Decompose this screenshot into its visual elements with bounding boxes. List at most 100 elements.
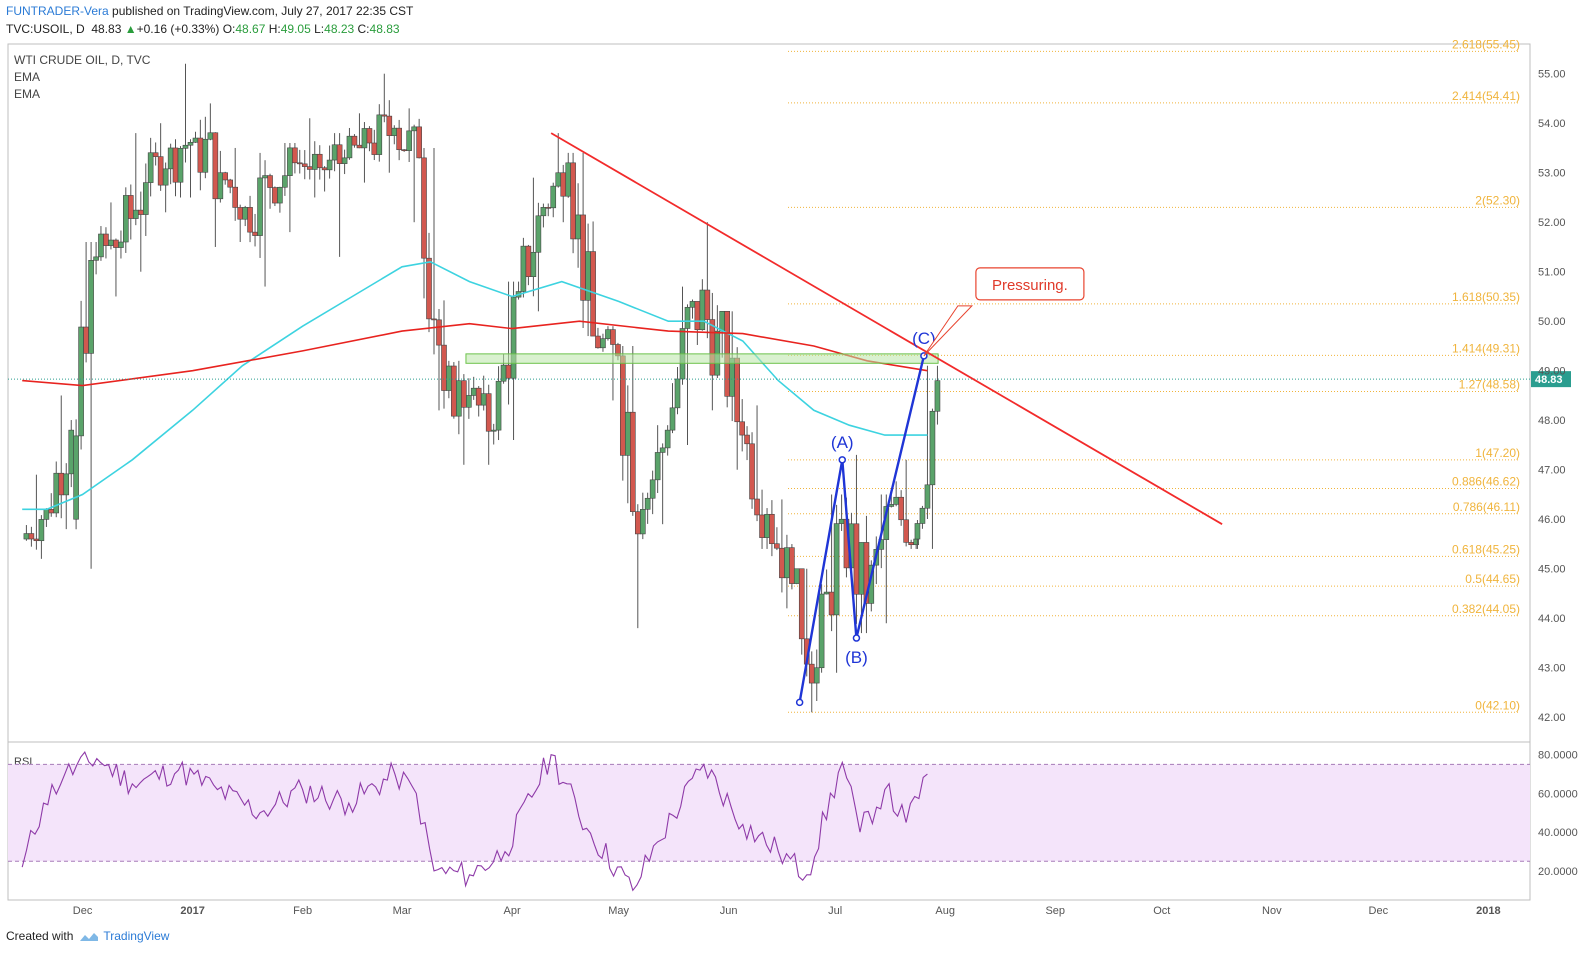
candle-up — [719, 311, 726, 332]
fib-level-label: 1.27(48.58) — [1459, 378, 1520, 392]
rsi-pane: 20.0000 40.0000 60.0000 80.0000 — [8, 750, 1578, 892]
candle-down — [629, 411, 636, 512]
candle-down — [138, 209, 144, 215]
candle-down — [634, 511, 641, 535]
created-with-text: Created with — [6, 929, 74, 943]
candle-up — [470, 387, 477, 396]
price-tick-label: 44.00 — [1538, 613, 1566, 625]
candle-up — [714, 330, 721, 376]
candle-up — [535, 215, 542, 253]
candle-down — [908, 542, 914, 546]
fib-level-label: 0(42.10) — [1475, 698, 1520, 712]
candle-down — [401, 149, 407, 152]
indicator-label-ema-2: EMA — [14, 87, 40, 101]
price-chart[interactable]: WTI CRUDE OIL, D, TVC EMA EMA RSI 20.000… — [0, 0, 1593, 925]
candle-down — [416, 126, 422, 159]
candle-up — [664, 429, 671, 449]
candle-up — [674, 378, 681, 409]
candle-up — [934, 380, 941, 412]
candle-up — [202, 138, 209, 173]
candle-up — [93, 256, 99, 261]
candle-down — [212, 132, 219, 200]
candle-up — [207, 132, 214, 140]
abc-point-label: (A) — [831, 433, 854, 452]
candle-down — [316, 153, 323, 169]
candle-up — [167, 147, 174, 170]
candle-up — [187, 142, 194, 146]
candle-up — [659, 447, 666, 453]
candle-up — [147, 152, 154, 183]
candle-down — [366, 128, 373, 144]
candle-up — [88, 260, 94, 354]
candle-up — [277, 186, 283, 204]
candle-up — [893, 496, 899, 505]
price-tick-label: 43.00 — [1538, 663, 1566, 675]
candle-up — [689, 301, 696, 308]
candle-down — [222, 172, 228, 181]
candle-up — [833, 523, 840, 616]
candle-down — [252, 231, 258, 236]
price-tick-label: 51.00 — [1538, 267, 1566, 279]
fibonacci-levels: 2.618(55.45) 2.414(54.41) 2(52.30) 1.618(50… — [788, 37, 1520, 713]
candle-down — [351, 135, 358, 146]
candle-up — [466, 395, 472, 408]
candle-up — [341, 157, 348, 164]
time-tick-label: May — [608, 905, 629, 917]
candle-down — [172, 147, 179, 183]
candle-up — [555, 172, 562, 187]
candle-up — [456, 380, 462, 417]
candle-up — [914, 523, 921, 540]
price-tick-label: 48.00 — [1538, 415, 1566, 427]
candle-up — [823, 591, 830, 595]
candle-up — [242, 207, 248, 220]
candle-up — [605, 329, 611, 339]
ema-lines — [22, 260, 928, 511]
candle-up — [73, 435, 79, 520]
abc-point-label: (B) — [845, 648, 868, 667]
candle-down — [475, 387, 482, 406]
candle-up — [924, 484, 931, 509]
tradingview-link[interactable]: TradingView — [103, 929, 169, 943]
time-tick-label: Jun — [720, 905, 738, 917]
candle-up — [600, 338, 606, 349]
candle-down — [386, 115, 393, 136]
candle-up — [793, 568, 800, 584]
candle-down — [301, 163, 308, 167]
candle-up — [585, 251, 591, 301]
footer: Created with TradingView — [6, 929, 169, 943]
candle-down — [33, 538, 40, 542]
candle-down — [774, 543, 780, 549]
candle-down — [828, 591, 835, 616]
candle-down — [754, 498, 760, 516]
time-tick-label: 2018 — [1476, 905, 1500, 917]
candle-up — [644, 497, 651, 510]
fib-level-label: 1.618(50.35) — [1452, 290, 1520, 304]
candle-up — [133, 209, 139, 219]
candle-up — [217, 172, 224, 200]
time-tick-label: Apr — [504, 905, 521, 917]
candle-up — [182, 144, 189, 149]
candle-down — [227, 179, 233, 188]
candle-up — [162, 168, 169, 186]
candle-down — [436, 319, 442, 346]
candle-up — [192, 137, 199, 143]
fib-level-label: 2(52.30) — [1475, 193, 1520, 207]
candlestick-series — [23, 63, 941, 713]
candle-down — [396, 127, 402, 151]
candle-down — [431, 318, 437, 321]
candle-up — [729, 357, 736, 397]
candle-up — [376, 114, 383, 155]
candle-down — [769, 513, 775, 545]
candle-down — [759, 514, 765, 538]
price-tick-label: 42.00 — [1538, 712, 1566, 724]
candle-down — [704, 289, 711, 320]
candle-down — [28, 533, 35, 540]
candle-up — [669, 407, 676, 431]
abc-point — [795, 698, 804, 707]
fib-level-label: 0.5(44.65) — [1465, 572, 1520, 586]
candle-down — [560, 172, 567, 197]
candle-up — [699, 289, 706, 331]
candle-up — [282, 175, 288, 188]
candle-down — [808, 663, 815, 684]
fib-level-label: 0.886(46.62) — [1452, 475, 1520, 489]
